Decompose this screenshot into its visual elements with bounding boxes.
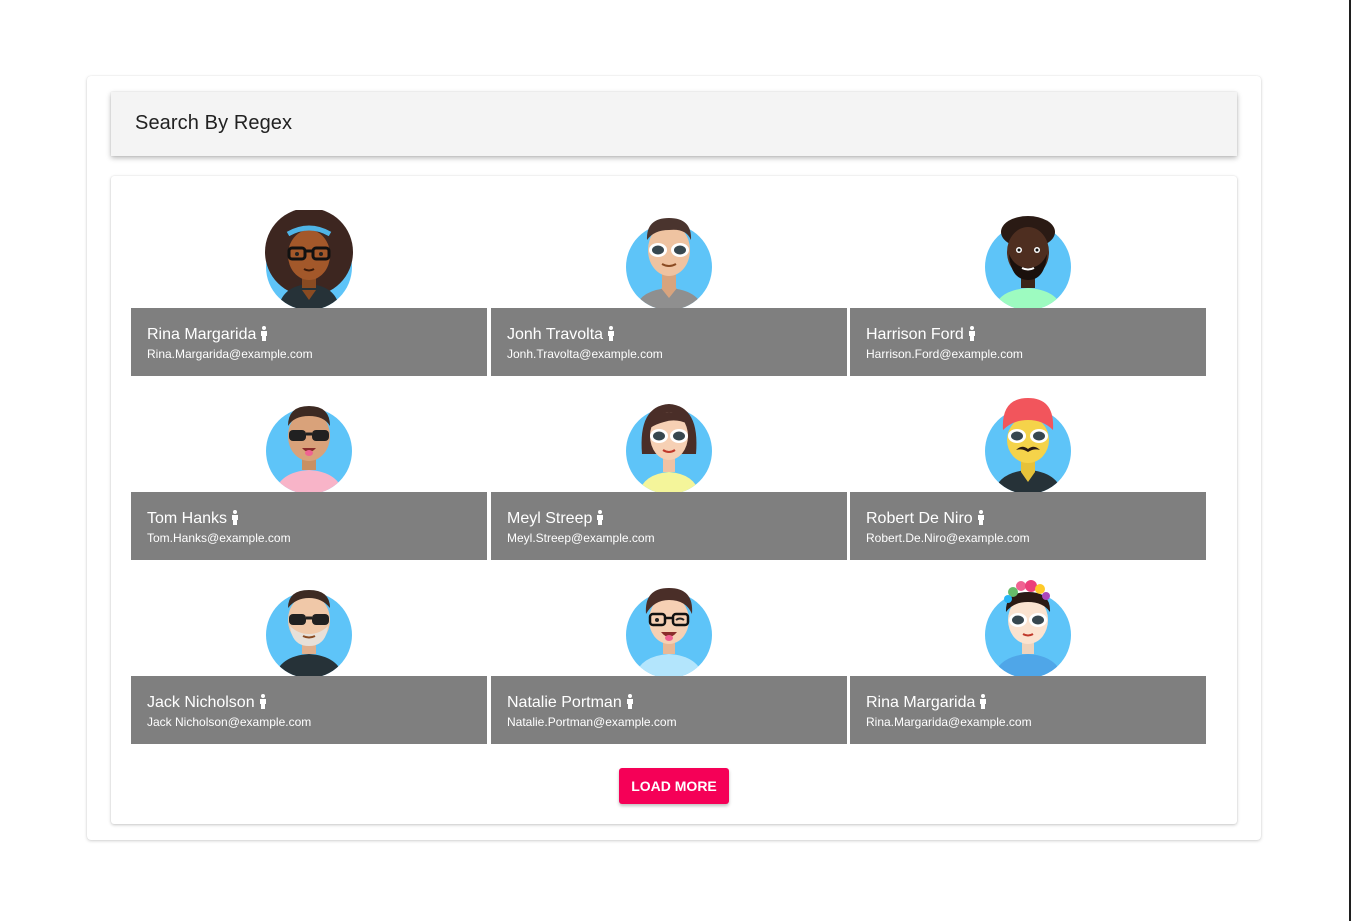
user-email: Natalie.Portman@example.com xyxy=(507,715,677,729)
user-tile[interactable]: Robert De Niro Robert.De.Niro@example.co… xyxy=(850,376,1206,560)
avatar xyxy=(624,394,714,496)
user-email: Robert.De.Niro@example.com xyxy=(866,531,1030,545)
person-icon xyxy=(979,694,987,714)
user-name: Jack Nicholson xyxy=(147,694,255,711)
user-email: Tom.Hanks@example.com xyxy=(147,531,291,545)
user-tile[interactable]: Rina Margarida Rina.Margarida@example.co… xyxy=(850,560,1206,744)
avatar xyxy=(983,210,1073,312)
user-info-bar: Harrison Ford Harrison.Ford@example.com xyxy=(850,308,1206,376)
user-email: Harrison.Ford@example.com xyxy=(866,347,1023,361)
page-title: Search By Regex xyxy=(135,112,293,134)
user-name: Natalie Portman xyxy=(507,694,622,711)
user-email: Jack Nicholson@example.com xyxy=(147,715,312,729)
user-tile[interactable]: Harrison Ford Harrison.Ford@example.com xyxy=(850,192,1206,376)
user-email: Meyl.Streep@example.com xyxy=(507,531,655,545)
avatar xyxy=(264,394,354,496)
user-tile[interactable]: Natalie Portman Natalie.Portman@example.… xyxy=(491,560,847,744)
user-grid-panel: Rina Margarida Rina.Margarida@example.co… xyxy=(111,176,1237,824)
avatar xyxy=(983,578,1073,680)
user-name: Meyl Streep xyxy=(507,510,593,527)
user-info-bar: Robert De Niro Robert.De.Niro@example.co… xyxy=(850,492,1206,560)
user-info-bar: Jonh Travolta Jonh.Travolta@example.com xyxy=(491,308,847,376)
user-info-bar: Meyl Streep Meyl.Streep@example.com xyxy=(491,492,847,560)
person-icon xyxy=(259,694,267,714)
user-email: Rina.Margarida@example.com xyxy=(147,347,313,361)
avatar xyxy=(624,578,714,680)
person-icon xyxy=(231,510,239,530)
user-name: Rina Margarida xyxy=(147,326,257,343)
user-name: Jonh Travolta xyxy=(507,326,604,343)
user-tile[interactable]: Jack Nicholson Jack Nicholson@example.co… xyxy=(131,560,487,744)
user-name: Harrison Ford xyxy=(866,326,964,343)
person-icon xyxy=(596,510,604,530)
avatar xyxy=(264,210,354,312)
user-email: Jonh.Travolta@example.com xyxy=(507,347,663,361)
person-icon xyxy=(977,510,985,530)
user-name: Rina Margarida xyxy=(866,694,976,711)
load-more-button[interactable]: LOAD MORE xyxy=(619,768,729,804)
user-info-bar: Rina Margarida Rina.Margarida@example.co… xyxy=(131,308,487,376)
user-info-bar: Natalie Portman Natalie.Portman@example.… xyxy=(491,676,847,744)
user-info-bar: Tom Hanks Tom.Hanks@example.com xyxy=(131,492,487,560)
app-header: Search By Regex xyxy=(111,92,1237,156)
user-tile[interactable]: Tom Hanks Tom.Hanks@example.com xyxy=(131,376,487,560)
person-icon xyxy=(626,694,634,714)
user-info-bar: Jack Nicholson Jack Nicholson@example.co… xyxy=(131,676,487,744)
person-icon xyxy=(968,326,976,346)
person-icon xyxy=(260,326,268,346)
avatar xyxy=(983,394,1073,496)
user-info-bar: Rina Margarida Rina.Margarida@example.co… xyxy=(850,676,1206,744)
avatar xyxy=(624,210,714,312)
user-email: Rina.Margarida@example.com xyxy=(866,715,1032,729)
user-name: Robert De Niro xyxy=(866,510,973,527)
user-tile[interactable]: Meyl Streep Meyl.Streep@example.com xyxy=(491,376,847,560)
avatar xyxy=(264,578,354,680)
user-tile[interactable]: Jonh Travolta Jonh.Travolta@example.com xyxy=(491,192,847,376)
user-tile[interactable]: Rina Margarida Rina.Margarida@example.co… xyxy=(131,192,487,376)
user-name: Tom Hanks xyxy=(147,510,228,527)
person-icon xyxy=(607,326,615,346)
